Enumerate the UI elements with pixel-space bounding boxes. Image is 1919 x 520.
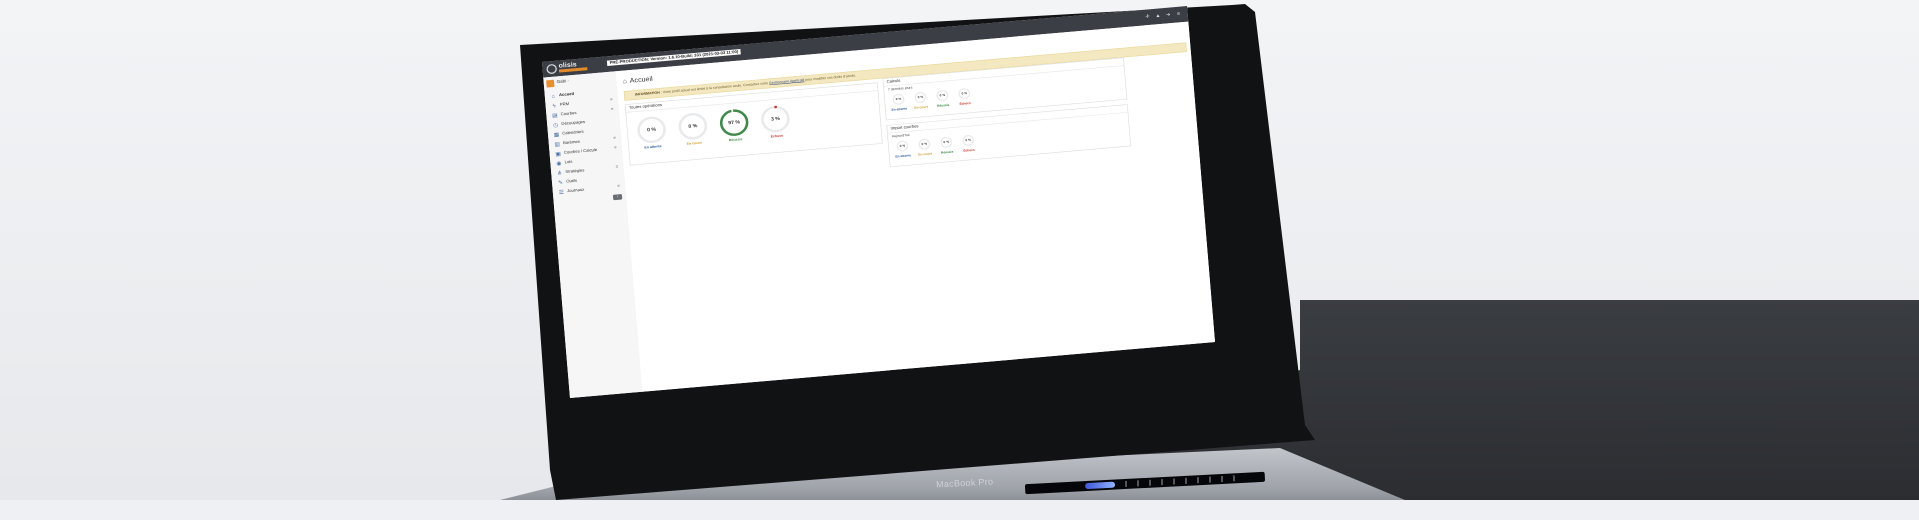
home-icon: ⌂ — [551, 92, 556, 100]
sidebar-item-label: PRM — [559, 101, 570, 107]
sidebar-item-label: Lois — [564, 159, 573, 165]
gauge: 0 % En cours — [913, 90, 929, 113]
database-icon: ◉ — [556, 160, 562, 167]
sidebar-item-label: Courbes — [560, 110, 577, 117]
gauge: 0 % En cours — [677, 111, 710, 150]
sidebar-item-label: Journaux — [566, 187, 585, 194]
expand-icon[interactable]: ≡ — [614, 146, 617, 150]
collapse-sidebar-button[interactable]: ‹ — [612, 194, 623, 201]
app-screen: olisis PRÉ-PRODUCTION: Version: 1.6.10-B… — [542, 6, 1215, 398]
alert-suffix: pour modifier vos droits d'accès. — [804, 74, 857, 83]
alert-label: INFORMATION — [634, 91, 660, 97]
clock-icon: ◷ — [552, 121, 559, 129]
page-title: ⌂ Accueil — [623, 75, 653, 85]
main-content: ⌂ Accueil INFORMATION : Votre profil actu… — [615, 21, 1215, 392]
expand-icon[interactable]: ≡ — [610, 98, 613, 102]
sidebar-item-label: Barèmes — [562, 139, 581, 146]
sidebar-item-label: Découpages — [561, 119, 586, 127]
gauge: 0 % Échecs — [961, 133, 977, 156]
expand-icon[interactable]: ≡ — [617, 184, 620, 188]
menu-icon[interactable]: ≡ — [1176, 11, 1182, 17]
gauge: 0 % En attente — [636, 115, 669, 154]
calendar-icon: ▦ — [553, 131, 560, 138]
gauge: 0 % Échecs — [957, 86, 973, 109]
page-title-text: Accueil — [629, 75, 653, 85]
logo-mark-icon — [546, 63, 558, 75]
top-icons: ✛ ▲ ➔ ≡ — [1145, 11, 1182, 19]
sidebar-item-label: Calendriers — [562, 129, 584, 136]
gauge: 0 % En cours — [917, 137, 933, 160]
calc-icon: ▣ — [555, 150, 562, 157]
expand-icon[interactable]: ≡ — [611, 107, 614, 111]
gauge: 0 % En attente — [895, 139, 911, 162]
strategy-icon: ⋔ — [556, 169, 563, 177]
sidebar-item-label: Stratégies — [565, 168, 585, 175]
siri-glow-icon — [1084, 481, 1116, 490]
home-icon: ⌂ — [622, 77, 628, 86]
gauge-label[interactable]: Échecs — [955, 148, 982, 154]
sidebar-item-label: Courbes / Calcule — [563, 147, 598, 155]
bell-icon[interactable]: ▲ — [1155, 13, 1161, 19]
table-icon: ▥ — [554, 140, 561, 148]
gauge: 0 % En attente — [891, 92, 907, 115]
avatar — [546, 79, 555, 88]
sidebar-item-label: Outils — [566, 178, 578, 184]
sidebar-item-label: Accueil — [558, 91, 575, 98]
expand-icon[interactable]: ≡ — [615, 165, 618, 169]
chart-icon: ▤ — [551, 112, 558, 119]
logout-icon[interactable]: ➔ — [1165, 12, 1171, 18]
gauge-label[interactable]: Échecs — [951, 101, 978, 107]
alert-link[interactable]: Gestionnaire Applicatif — [769, 79, 805, 86]
gauge: 97 % Réussis — [718, 108, 751, 147]
crosshair-icon[interactable]: ✛ — [1145, 13, 1151, 19]
gauge: 0 % Réussis — [935, 88, 951, 111]
panel-subtitle: 7 derniers jours — [887, 86, 913, 92]
list-icon: ☰ — [558, 188, 565, 196]
gauge: 3 % Échecs — [759, 104, 792, 143]
user-name: Gabi - — [556, 79, 570, 85]
wrench-icon: ✎ — [557, 179, 564, 186]
panel-subtitle: Aujourd'hui — [891, 133, 910, 139]
bolt-icon: ϟ — [552, 102, 556, 109]
expand-icon[interactable]: ≡ — [613, 136, 616, 140]
gauge: 0 % Réussis — [939, 135, 955, 158]
